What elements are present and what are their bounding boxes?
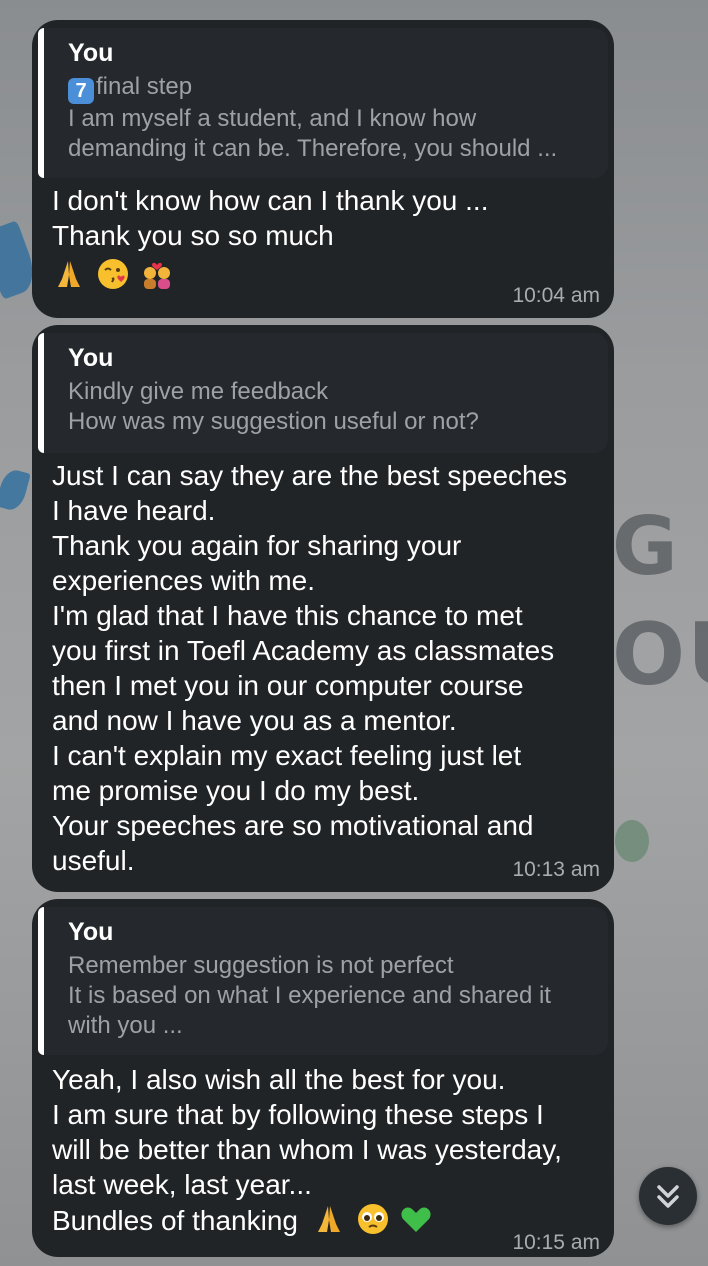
reply-text: final step [96, 73, 193, 100]
reply-author: You [68, 39, 114, 67]
wallpaper-letter-g: G [612, 500, 680, 593]
keycap-seven-icon: 7 [68, 78, 94, 104]
message-bubble[interactable]: You 7 final step I am myself a student, a… [32, 20, 614, 318]
reply-line: I am myself a student, and I know how [68, 105, 477, 132]
double-chevron-down-icon [657, 1185, 679, 1208]
reply-line: Kindly give me feedback [68, 378, 329, 405]
reply-line: Remember suggestion is not perfect [68, 952, 454, 979]
reply-line: It is based on what I experience and sha… [68, 982, 551, 1009]
message-line: me promise you I do my best. [52, 775, 420, 806]
message-timestamp: 10:04 am [512, 284, 600, 307]
message-line: Thank you so so much [52, 220, 334, 251]
message-line: I don't know how can I thank you ... [52, 185, 489, 216]
message-text: Yeah, I also wish all the best for you. … [52, 1062, 600, 1238]
reply-quote[interactable]: You Kindly give me feedback How was my s… [38, 333, 608, 453]
reply-line: demanding it can be. Therefore, you shou… [68, 135, 558, 162]
scroll-to-bottom-button[interactable] [639, 1167, 697, 1225]
message-text-segment: Bundles of thanking [52, 1205, 298, 1236]
message-bubble[interactable]: You Remember suggestion is not perfect I… [32, 899, 614, 1257]
message-line: I'm glad that I have this chance to met [52, 600, 523, 631]
message-line: Just I can say they are the best speeche… [52, 460, 568, 491]
reply-line: 7 final step [68, 72, 592, 104]
butterfly-decoration-icon [615, 820, 649, 862]
message-bubble[interactable]: You Kindly give me feedback How was my s… [32, 325, 614, 892]
message-line: then I met you in our computer course [52, 670, 524, 701]
reply-author: You [68, 918, 114, 946]
pleading-face-emoji [357, 1204, 388, 1234]
folded-hands-emoji [317, 1206, 340, 1232]
reply-quote[interactable]: You Remember suggestion is not perfect I… [38, 907, 608, 1055]
message-line: I am sure that by following these steps … [52, 1099, 544, 1130]
message-line: you first in Toefl Academy as classmates [52, 635, 555, 666]
message-text: Just I can say they are the best speeche… [52, 458, 600, 878]
message-line: Your speeches are so motivational and [52, 810, 534, 841]
message-line: last week, last year... [52, 1169, 312, 1200]
message-line: will be better than whom I was yesterday… [52, 1134, 562, 1165]
reply-quote[interactable]: You 7 final step I am myself a student, a… [38, 28, 608, 178]
message-line: and now I have you as a mentor. [52, 705, 457, 736]
message-timestamp: 10:13 am [512, 858, 600, 881]
green-heart-emoji [401, 1207, 431, 1232]
message-line: I have heard. [52, 495, 216, 526]
wallpaper-letters-ou: OU [612, 605, 708, 705]
message-text: I don't know how can I thank you ... Tha… [52, 183, 600, 293]
message-line: Yeah, I also wish all the best for you. [52, 1064, 506, 1095]
folded-hands-emoji [58, 261, 80, 287]
message-line: Thank you again for sharing your [52, 530, 462, 561]
message-line: I can't explain my exact feeling just le… [52, 740, 522, 771]
reply-line: How was my suggestion useful or not? [68, 408, 479, 435]
couple-heart-emoji [143, 262, 170, 289]
kiss-face-emoji [97, 259, 128, 289]
butterfly-decoration-icon [0, 467, 31, 513]
message-timestamp: 10:15 am [512, 1231, 600, 1254]
message-line: experiences with me. [52, 565, 316, 596]
reply-line: with you ... [68, 1012, 183, 1039]
reply-author: You [68, 344, 114, 372]
